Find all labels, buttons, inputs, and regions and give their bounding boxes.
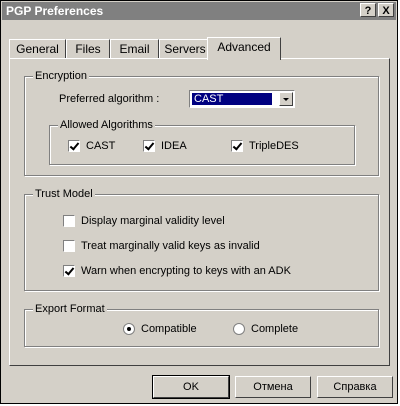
ok-button[interactable]: OK: [152, 375, 230, 399]
tab-files[interactable]: Files: [66, 39, 110, 59]
help-title-button[interactable]: ?: [360, 3, 376, 17]
treat-invalid-checkbox[interactable]: [63, 240, 75, 252]
warn-adk-label: Warn when encrypting to keys with an ADK: [81, 265, 291, 277]
display-marginal-label: Display marginal validity level: [81, 215, 225, 227]
complete-radio[interactable]: [233, 323, 245, 335]
allowed-algorithms-group: Allowed Algorithms CAST IDEA TripleDES: [49, 118, 355, 165]
encryption-legend: Encryption: [33, 69, 89, 83]
compatible-radio[interactable]: [123, 323, 135, 335]
advanced-panel: Encryption Preferred algorithm : CAST Al…: [9, 58, 390, 366]
window-title: PGP Preferences: [6, 4, 104, 18]
trust-option-treat-invalid[interactable]: Treat marginally valid keys as invalid: [63, 240, 260, 252]
help-button[interactable]: Справка: [317, 376, 393, 398]
tripledes-checkbox[interactable]: [231, 140, 243, 152]
title-bar: PGP Preferences ? X: [2, 2, 396, 20]
trust-option-warn-adk[interactable]: Warn when encrypting to keys with an ADK: [63, 265, 291, 277]
title-bar-buttons: ? X: [360, 3, 394, 17]
export-option-complete[interactable]: Complete: [233, 323, 298, 335]
warn-adk-checkbox[interactable]: [63, 265, 75, 277]
trust-model-legend: Trust Model: [33, 187, 95, 201]
preferred-algorithm-label: Preferred algorithm :: [59, 93, 160, 105]
trust-option-display-marginal[interactable]: Display marginal validity level: [63, 215, 225, 227]
export-option-compatible[interactable]: Compatible: [123, 323, 197, 335]
preferred-algorithm-row: Preferred algorithm :: [59, 93, 159, 105]
preferred-algorithm-select[interactable]: CAST: [189, 90, 295, 108]
tab-servers[interactable]: Servers: [159, 39, 211, 59]
close-title-button[interactable]: X: [378, 3, 394, 17]
export-format-group: Export Format Compatible Complete: [24, 302, 379, 347]
complete-label: Complete: [251, 323, 299, 335]
tab-general[interactable]: General: [9, 39, 66, 59]
treat-invalid-label: Treat marginally valid keys as invalid: [81, 240, 260, 252]
allowed-algorithms-legend: Allowed Algorithms: [58, 118, 155, 132]
preferred-algorithm-value: CAST: [192, 93, 272, 105]
display-marginal-checkbox[interactable]: [63, 215, 75, 227]
algorithm-tripledes[interactable]: TripleDES: [231, 140, 299, 152]
algorithm-idea[interactable]: IDEA: [143, 140, 187, 152]
tab-email[interactable]: Email: [110, 39, 159, 59]
cast-checkbox[interactable]: [68, 140, 80, 152]
idea-checkbox[interactable]: [143, 140, 155, 152]
compatible-label: Compatible: [141, 323, 197, 335]
tripledes-label: TripleDES: [249, 140, 299, 152]
pgp-preferences-window: PGP Preferences ? X General Files Email …: [0, 0, 398, 404]
tab-advanced[interactable]: Advanced: [207, 37, 281, 60]
trust-model-group: Trust Model Display marginal validity le…: [24, 187, 379, 291]
export-format-legend: Export Format: [33, 302, 107, 316]
cancel-button[interactable]: Отмена: [235, 376, 311, 398]
idea-label: IDEA: [161, 140, 187, 152]
algorithm-cast[interactable]: CAST: [68, 140, 115, 152]
encryption-group: Encryption Preferred algorithm : CAST Al…: [24, 69, 379, 176]
chevron-down-icon[interactable]: [279, 92, 293, 106]
cast-label: CAST: [86, 140, 116, 152]
